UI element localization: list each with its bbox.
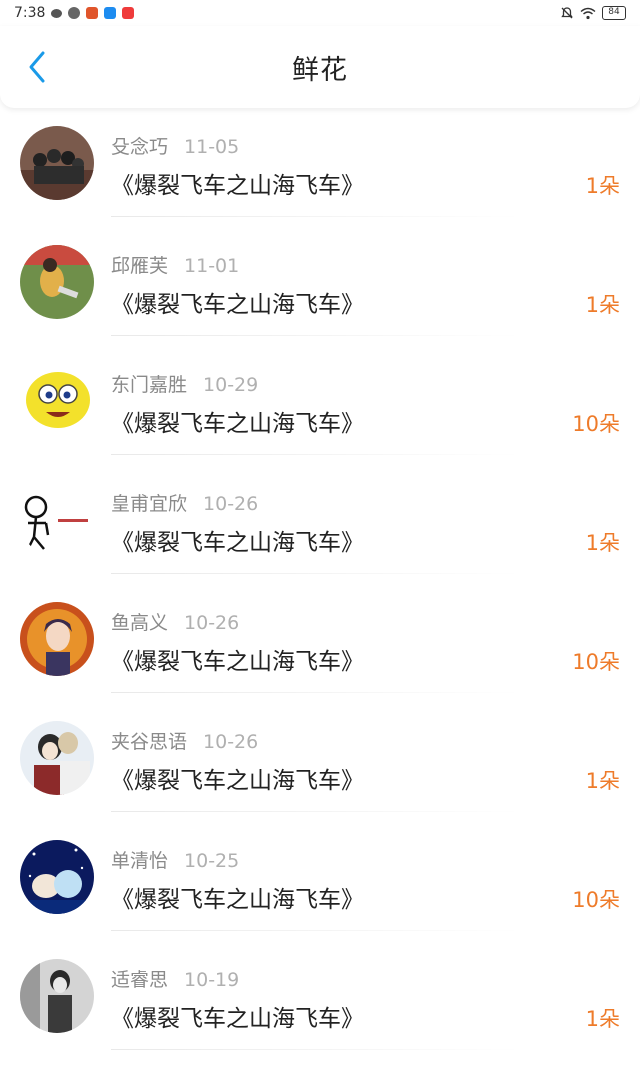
work-title[interactable]: 《爆裂飞车之山海飞车》 <box>111 404 364 438</box>
flower-count: 10朵 <box>572 650 620 674</box>
list-item[interactable]: 适睿思 10-19 《爆裂飞车之山海飞车》 1朵 <box>0 951 640 1067</box>
list-item[interactable]: 单清怡 10-25 《爆裂飞车之山海飞车》 10朵 <box>0 832 640 951</box>
item-meta: 皇甫宜欣 10-26 <box>111 489 258 516</box>
item-meta: 夹谷思语 10-26 <box>111 727 258 754</box>
flower-count: 1朵 <box>585 174 620 198</box>
list-item[interactable]: 夹谷思语 10-26 《爆裂飞车之山海飞车》 1朵 <box>0 713 640 832</box>
status-right: 84 <box>560 6 626 20</box>
list-item[interactable]: 鱼高义 10-26 《爆裂飞车之山海飞车》 10朵 <box>0 594 640 713</box>
item-meta: 邱雁芙 11-01 <box>111 251 239 278</box>
header: 鲜花 <box>0 26 640 108</box>
list-item[interactable]: 殳念巧 11-05 《爆裂飞车之山海飞车》 1朵 <box>0 118 640 237</box>
divider <box>111 454 520 455</box>
work-title[interactable]: 《爆裂飞车之山海飞车》 <box>111 523 364 557</box>
item-date: 11-01 <box>184 255 240 277</box>
item-date: 10-26 <box>203 493 259 515</box>
list-item[interactable]: 邱雁芙 11-01 《爆裂飞车之山海飞车》 1朵 <box>0 237 640 356</box>
avatar[interactable] <box>20 721 94 795</box>
divider <box>111 335 520 336</box>
list-item[interactable]: 东门嘉胜 10-29 《爆裂飞车之山海飞车》 10朵 <box>0 356 640 475</box>
item-date: 10-19 <box>184 969 240 991</box>
flower-count: 1朵 <box>585 1007 620 1031</box>
chevron-left-icon <box>29 51 45 83</box>
wifi-icon <box>580 7 596 19</box>
flower-count: 10朵 <box>572 412 620 436</box>
wechat-icon <box>51 8 63 18</box>
item-meta: 鱼高义 10-26 <box>111 608 239 635</box>
user-name: 东门嘉胜 <box>111 374 188 396</box>
work-title[interactable]: 《爆裂飞车之山海飞车》 <box>111 642 364 676</box>
flower-count: 10朵 <box>572 888 620 912</box>
item-date: 10-26 <box>184 612 240 634</box>
item-meta: 殳念巧 11-05 <box>111 132 239 159</box>
app-icon <box>86 7 99 19</box>
flower-count: 1朵 <box>585 531 620 555</box>
divider <box>111 692 520 693</box>
app-icon <box>104 7 117 19</box>
work-title[interactable]: 《爆裂飞车之山海飞车》 <box>111 285 364 319</box>
user-name: 邱雁芙 <box>111 255 169 277</box>
item-date: 10-29 <box>203 374 259 396</box>
item-date: 10-26 <box>203 731 259 753</box>
status-bar: 7:38 84 <box>0 0 640 26</box>
divider <box>111 573 520 574</box>
avatar[interactable] <box>20 959 94 1033</box>
status-left: 7:38 <box>14 5 135 21</box>
battery-indicator: 84 <box>602 6 626 20</box>
list-item[interactable]: 皇甫宜欣 10-26 《爆裂飞车之山海飞车》 1朵 <box>0 475 640 594</box>
flower-count: 1朵 <box>585 293 620 317</box>
work-title[interactable]: 《爆裂飞车之山海飞车》 <box>111 166 364 200</box>
divider <box>111 811 520 812</box>
user-name: 夹谷思语 <box>111 731 188 753</box>
app-icon <box>122 7 135 19</box>
flower-list: 殳念巧 11-05 《爆裂飞车之山海飞车》 1朵 邱雁芙 11-01 《爆裂飞车之山… <box>0 108 640 1067</box>
user-name: 鱼高义 <box>111 612 169 634</box>
divider <box>111 1049 520 1050</box>
avatar[interactable] <box>20 483 94 557</box>
divider <box>111 216 520 217</box>
work-title[interactable]: 《爆裂飞车之山海飞车》 <box>111 761 364 795</box>
user-name: 皇甫宜欣 <box>111 493 188 515</box>
user-name: 殳念巧 <box>111 136 169 158</box>
user-name: 单清怡 <box>111 850 169 872</box>
back-button[interactable] <box>20 47 54 87</box>
avatar[interactable] <box>20 840 94 914</box>
item-date: 11-05 <box>184 136 240 158</box>
item-meta: 东门嘉胜 10-29 <box>111 370 258 397</box>
page-title: 鲜花 <box>292 54 348 86</box>
work-title[interactable]: 《爆裂飞车之山海飞车》 <box>111 999 364 1033</box>
avatar[interactable] <box>20 602 94 676</box>
item-meta: 适睿思 10-19 <box>111 965 239 992</box>
notification-icon <box>68 7 81 19</box>
avatar[interactable] <box>20 364 94 438</box>
avatar[interactable] <box>20 245 94 319</box>
avatar[interactable] <box>20 126 94 200</box>
work-title[interactable]: 《爆裂飞车之山海飞车》 <box>111 880 364 914</box>
divider <box>111 930 520 931</box>
item-date: 10-25 <box>184 850 240 872</box>
status-time: 7:38 <box>14 5 46 21</box>
flower-count: 1朵 <box>585 769 620 793</box>
user-name: 适睿思 <box>111 969 169 991</box>
mute-bell-icon <box>561 7 573 19</box>
item-meta: 单清怡 10-25 <box>111 846 239 873</box>
